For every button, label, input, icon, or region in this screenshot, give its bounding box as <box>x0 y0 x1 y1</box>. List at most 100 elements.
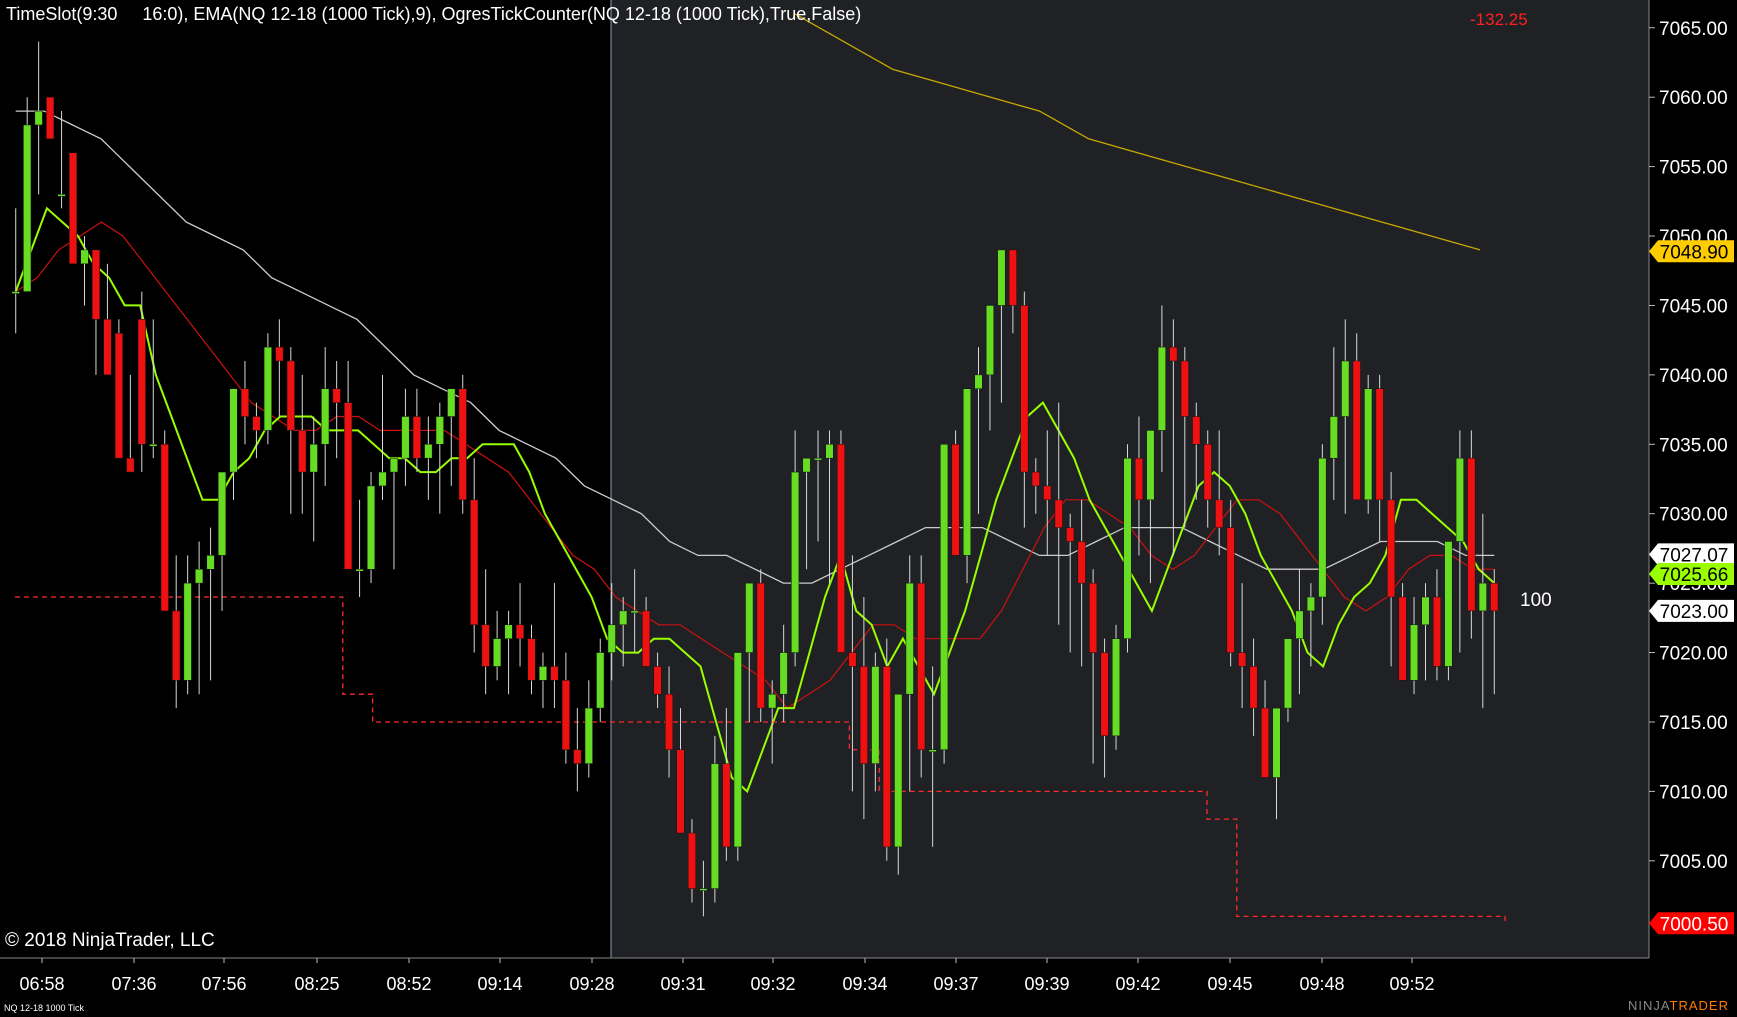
candle-body <box>23 124 32 292</box>
x-tick-label: 08:25 <box>294 974 339 994</box>
pnl-value: -132.25 <box>1470 10 1528 29</box>
y-tick-label: 7035.00 <box>1659 435 1728 456</box>
candle-body <box>619 610 628 626</box>
candle-body <box>344 402 353 570</box>
y-tick-label: 7020.00 <box>1659 644 1728 665</box>
candle-body <box>687 832 696 889</box>
candle-body <box>653 666 662 695</box>
price-marker-label: 7023.00 <box>1660 602 1729 623</box>
candle-body <box>149 444 158 447</box>
candle-body <box>298 430 307 473</box>
candle-body <box>412 416 421 459</box>
x-tick-label: 09:34 <box>842 974 887 994</box>
x-tick-label: 06:58 <box>19 974 64 994</box>
candle-body <box>46 96 55 140</box>
x-tick-label: 09:28 <box>569 974 614 994</box>
candle-body <box>218 471 227 556</box>
candle-body <box>183 582 192 681</box>
candle-body <box>699 888 708 891</box>
candle-body <box>1146 430 1155 501</box>
candle-body <box>493 638 502 667</box>
candle-body <box>1341 360 1350 417</box>
candle-body <box>1180 360 1189 417</box>
copyright-text: © 2018 NinjaTrader, LLC <box>5 930 215 951</box>
candle-body <box>435 416 444 445</box>
candle-body <box>825 444 834 459</box>
brand-trader: TRADER <box>1669 998 1729 1013</box>
candle-body <box>1421 596 1430 626</box>
candle-body <box>1387 499 1396 598</box>
y-tick-label: 7030.00 <box>1659 505 1728 526</box>
price-chart[interactable]: 7065.007060.007055.007050.007045.007040.… <box>0 0 1737 1017</box>
x-tick-label: 09:37 <box>933 974 978 994</box>
candle-body <box>882 666 891 848</box>
candle-body <box>642 610 651 667</box>
candle-body <box>367 485 376 570</box>
candle-body <box>1238 652 1247 667</box>
candle-body <box>126 457 135 473</box>
y-tick-label: 7040.00 <box>1659 366 1728 387</box>
candle-body <box>814 457 823 461</box>
y-tick-label: 7060.00 <box>1659 88 1728 109</box>
x-tick-label: 09:31 <box>660 974 705 994</box>
price-marker-label: 7048.90 <box>1660 242 1729 263</box>
candle-body <box>137 319 146 445</box>
candle-body <box>240 388 249 417</box>
candle-body <box>1364 388 1373 501</box>
candle-body <box>1215 499 1224 528</box>
candle-body <box>1490 582 1499 612</box>
x-tick-label: 09:39 <box>1024 974 1069 994</box>
candle-body <box>756 582 765 709</box>
candle-body <box>550 666 559 681</box>
candle-body <box>940 444 949 750</box>
candle-body <box>1112 638 1121 737</box>
candle-body <box>401 416 410 459</box>
y-tick-label: 7045.00 <box>1659 296 1728 317</box>
candle-body <box>1157 346 1166 431</box>
price-marker-label: 7000.50 <box>1660 914 1729 935</box>
candle-body <box>470 499 479 626</box>
candle-body <box>538 666 547 681</box>
y-tick-label: 7010.00 <box>1659 782 1728 803</box>
candle-body <box>676 749 685 834</box>
y-tick-label: 7005.00 <box>1659 852 1728 873</box>
x-tick-label: 07:36 <box>111 974 156 994</box>
candle-body <box>1432 596 1441 667</box>
candle-body <box>665 693 674 750</box>
candle-body <box>1008 249 1017 306</box>
candle-body <box>584 707 593 764</box>
candle-body <box>355 568 364 572</box>
candle-body <box>1283 638 1292 709</box>
candle-body <box>1306 596 1315 612</box>
x-tick-label: 09:48 <box>1299 974 1344 994</box>
candle-body <box>859 666 868 764</box>
candle-body <box>779 652 788 695</box>
candle-body <box>963 388 972 556</box>
candle-body <box>722 763 731 848</box>
brand-ninja: NINJA <box>1627 998 1670 1013</box>
candle-body <box>1410 624 1419 681</box>
candle-body <box>997 249 1006 306</box>
candle-body <box>286 360 295 431</box>
candle-body <box>1043 485 1052 501</box>
candle-body <box>1031 471 1040 487</box>
y-tick-label: 7015.00 <box>1659 713 1728 734</box>
candle-body <box>1375 388 1384 501</box>
candle-body <box>791 471 800 653</box>
candle-body <box>252 416 261 431</box>
candle-body <box>905 582 914 695</box>
candle-body <box>527 638 536 681</box>
candle-body <box>1352 360 1361 501</box>
candle-body <box>1020 305 1029 473</box>
candle-body <box>710 763 719 889</box>
candle-body <box>1134 457 1143 501</box>
candle-body <box>1329 416 1338 459</box>
candle-body <box>1226 527 1235 653</box>
candle-body <box>206 555 215 570</box>
candle-body <box>91 249 100 320</box>
candle-body <box>871 666 880 764</box>
x-tick-label: 09:52 <box>1389 974 1434 994</box>
candle-body <box>1318 457 1327 598</box>
candle-body <box>1123 457 1132 639</box>
candle-body <box>974 374 983 390</box>
